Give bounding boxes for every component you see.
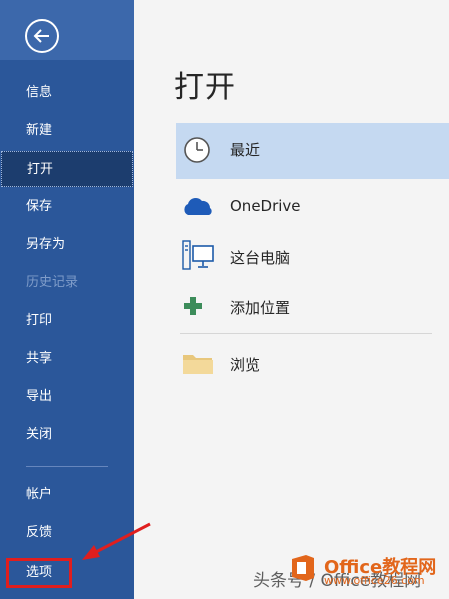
backstage-sidebar: 信息 新建 打开 保存 另存为 历史记录 打印 共享 导出 关闭 帐户 反馈 选… [0, 0, 134, 599]
plus-icon [184, 297, 202, 315]
nav-item-new[interactable]: 新建 [0, 113, 134, 149]
nav-item-share[interactable]: 共享 [0, 341, 134, 377]
location-recent[interactable]: 最近 [176, 123, 449, 179]
nav-item-export[interactable]: 导出 [0, 379, 134, 415]
back-arrow-icon [33, 29, 49, 43]
options-highlight-box [6, 558, 72, 588]
sidebar-divider [26, 466, 108, 467]
computer-icon [182, 240, 214, 270]
location-browse[interactable]: 浏览 [176, 338, 449, 388]
watermark-url: www.office26.com [324, 574, 425, 587]
back-button[interactable] [25, 19, 59, 53]
nav-item-save-as[interactable]: 另存为 [0, 227, 134, 263]
location-add-place[interactable]: 添加位置 [176, 281, 449, 331]
clock-icon [184, 137, 210, 163]
page-title: 打开 [174, 70, 236, 105]
nav-item-account[interactable]: 帐户 [0, 477, 134, 513]
nav-item-close[interactable]: 关闭 [0, 417, 134, 453]
open-pane: 打开 最近 OneDrive 这台电脑 添加位置 浏览 [134, 0, 449, 599]
nav-item-history: 历史记录 [26, 275, 79, 290]
back-area [0, 0, 134, 60]
nav-item-info[interactable]: 信息 [0, 75, 134, 111]
location-onedrive[interactable]: OneDrive [176, 181, 449, 231]
location-this-pc[interactable]: 这台电脑 [176, 231, 449, 281]
annotation-arrow-icon [82, 522, 151, 560]
nav-item-print[interactable]: 打印 [0, 303, 134, 339]
location-recent-label: 最近 [230, 141, 261, 159]
nav-item-save[interactable]: 保存 [0, 189, 134, 225]
office-logo-icon [292, 555, 314, 581]
location-add-place-label: 添加位置 [230, 299, 291, 317]
cloud-icon [184, 197, 212, 215]
location-browse-label: 浏览 [230, 356, 261, 374]
location-onedrive-label: OneDrive [230, 197, 301, 215]
locations-divider [180, 333, 432, 334]
nav-item-open[interactable]: 打开 [1, 151, 133, 187]
folder-icon [183, 355, 213, 374]
location-this-pc-label: 这台电脑 [230, 249, 291, 267]
